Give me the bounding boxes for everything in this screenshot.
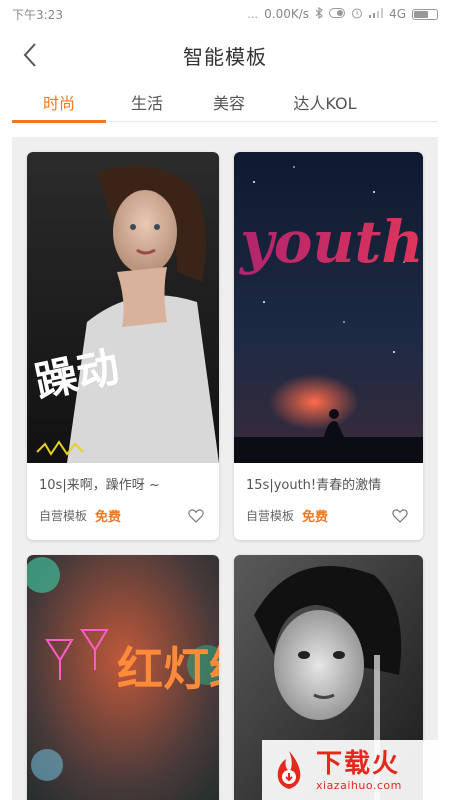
back-button[interactable] (14, 38, 46, 72)
template-meta: 自营模板 免费 (246, 506, 328, 525)
app-header: 智能模板 (0, 28, 450, 82)
status-time: 下午3:23 (12, 7, 63, 22)
template-price: 免费 (95, 510, 122, 525)
template-source: 自营模板 (246, 509, 295, 523)
template-thumbnail: 躁动 (27, 152, 219, 463)
favorite-button[interactable] (187, 507, 205, 525)
heart-icon (188, 509, 204, 523)
chevron-left-icon (23, 43, 36, 67)
tab-fashion[interactable]: 时尚 (12, 82, 106, 123)
template-grid: 躁动 10s|来啊，躁作呀 ~ 自营模板 免费 youth 15s|youth!… (12, 137, 438, 800)
watermark-title: 下载火 (316, 748, 401, 779)
thumbnail-overlay-text: youth (238, 208, 423, 276)
template-card[interactable]: 躁动 10s|来啊，躁作呀 ~ 自营模板 免费 (27, 152, 219, 540)
battery-icon (412, 8, 438, 20)
status-bar: 下午3:23 … 0.00K/s 4G (0, 0, 450, 28)
template-meta: 自营模板 免费 (39, 506, 121, 525)
bluetooth-icon (315, 6, 324, 22)
flame-logo-icon (277, 751, 301, 789)
page-title: 智能模板 (183, 44, 267, 69)
template-title: 10s|来啊，躁作呀 ~ (39, 478, 160, 493)
template-thumbnail: 红灯绿 (27, 555, 219, 800)
network-speed: 0.00K/s (264, 7, 310, 21)
template-card[interactable]: youth 15s|youth!青春的激情 自营模板 免费 (234, 152, 423, 540)
tab-beauty[interactable]: 美容 (188, 82, 270, 122)
template-thumbnail: youth (234, 152, 423, 463)
tab-life[interactable]: 生活 (106, 82, 188, 122)
template-price: 免费 (302, 510, 329, 525)
site-watermark: 下载火 xiazaihuo.com (262, 740, 450, 800)
toggle-icon (329, 7, 346, 21)
heart-icon (392, 509, 408, 523)
favorite-button[interactable] (391, 507, 409, 525)
signal-icon (369, 7, 384, 21)
dots-icon: … (247, 7, 259, 21)
watermark-text: 下载火 xiazaihuo.com (316, 749, 402, 792)
status-icons: … 0.00K/s 4G (247, 6, 438, 22)
template-card[interactable]: 红灯绿 (27, 555, 219, 800)
thumbnail-overlay-text: 红灯绿 (117, 642, 219, 696)
network-type: 4G (389, 7, 406, 21)
tab-kol[interactable]: 达人KOL (270, 82, 380, 122)
category-tabs: 时尚 生活 美容 达人KOL (12, 82, 438, 123)
watermark-url: xiazaihuo.com (316, 778, 402, 792)
template-source: 自营模板 (39, 509, 88, 523)
template-title: 15s|youth!青春的激情 (246, 478, 382, 493)
alarm-icon (351, 7, 363, 22)
